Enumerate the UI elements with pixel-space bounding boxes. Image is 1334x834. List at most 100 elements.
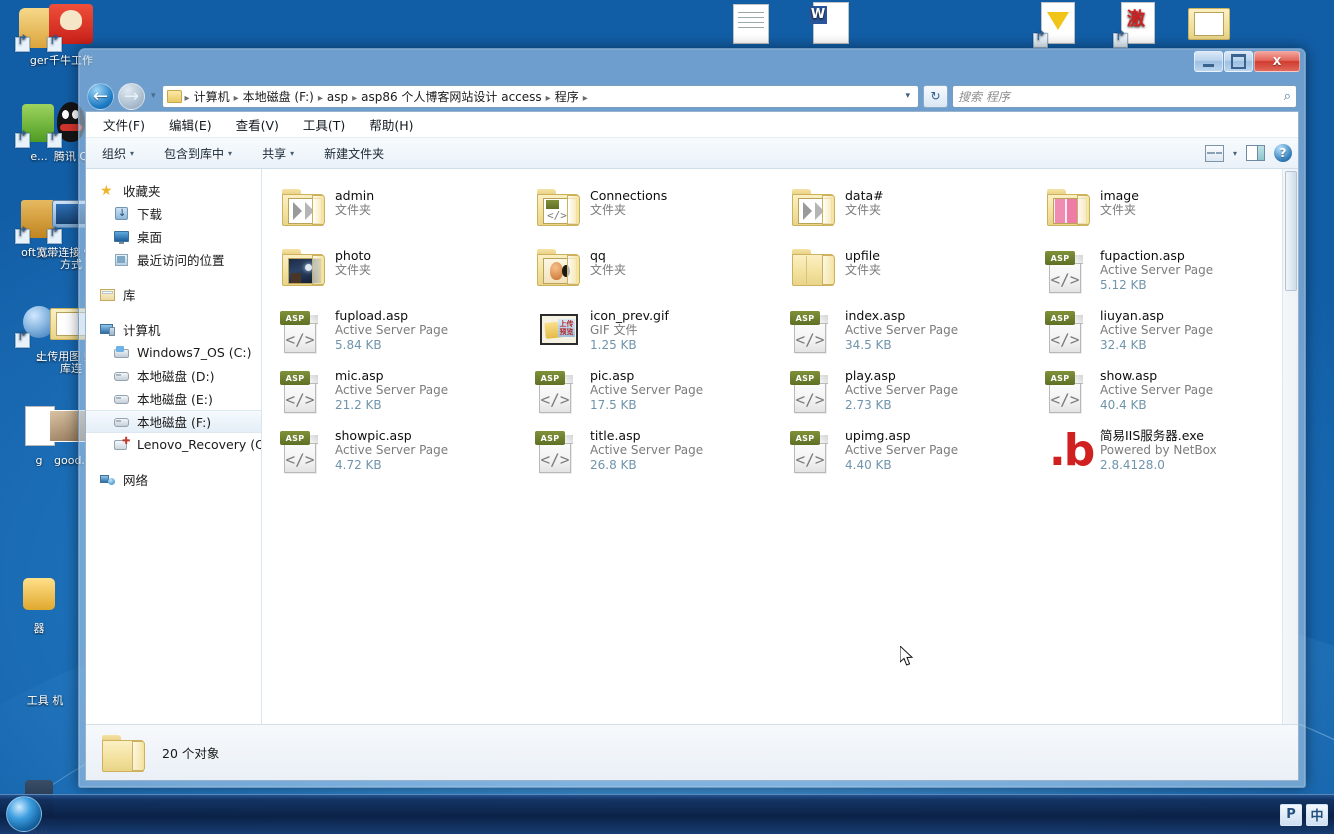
downloads-icon: ↓	[114, 206, 130, 222]
file-item[interactable]: admin 文件夹	[276, 183, 531, 243]
toolbar-button-3[interactable]: 新建文件夹	[320, 142, 388, 165]
file-item-meta: upimg.asp Active Server Page 4.40 KB	[845, 425, 958, 473]
toolbar-commands: 组织 ▾ 包含到库中 ▾ 共享 ▾ 新建文件夹	[98, 142, 388, 165]
file-item[interactable]: </> ASP fupaction.asp Active Server Page 5.1…	[1041, 243, 1296, 303]
system-drive-icon	[114, 345, 130, 361]
sidebar-item-windows7_os-c-[interactable]: Windows7_OS (C:)	[86, 341, 261, 364]
maximize-button[interactable]	[1224, 51, 1253, 72]
file-type: Active Server Page	[335, 323, 449, 337]
file-item[interactable]: image 文件夹	[1041, 183, 1296, 243]
toolbar-right-group: ▾ ?	[1204, 144, 1292, 162]
recent-places-icon	[114, 252, 130, 268]
sidebar-item--[interactable]: 桌面	[86, 225, 261, 248]
sidebar-item--[interactable]: 最近访问的位置	[86, 248, 261, 271]
desktop-icon-15[interactable]	[1018, 0, 1096, 51]
change-view-caret-icon[interactable]: ▾	[1233, 149, 1237, 158]
change-view-icon[interactable]	[1204, 144, 1224, 162]
desktop-icon-17[interactable]	[1170, 0, 1248, 51]
menu-item-0[interactable]: 文件(F)	[100, 113, 148, 136]
redapp-icon: 激	[1113, 0, 1161, 48]
file-item[interactable]: upfile 文件夹	[786, 243, 1041, 303]
sidebar-item--f-[interactable]: 本地磁盘 (F:)	[86, 410, 261, 433]
file-name: admin	[335, 188, 375, 203]
history-dropdown-icon[interactable]: ▾	[149, 91, 158, 101]
nav-group-header-3[interactable]: 网络	[86, 468, 261, 491]
file-item[interactable]: </> ASP title.asp Active Server Page 26.8 KB	[531, 423, 786, 483]
window-title-bar[interactable]: X	[85, 51, 1300, 81]
file-item[interactable]: </> ASP show.asp Active Server Page 40.4 KB	[1041, 363, 1296, 423]
toolbar-button-0[interactable]: 组织 ▾	[98, 142, 138, 165]
breadcrumb-item-0[interactable]: 计算机	[191, 89, 233, 105]
file-type: Active Server Page	[1100, 323, 1214, 337]
vertical-scrollbar[interactable]	[1282, 169, 1298, 724]
breadcrumb-item-3[interactable]: asp86 个人博客网站设计 access	[358, 89, 545, 105]
file-name: index.asp	[845, 308, 906, 323]
file-name: photo	[335, 248, 372, 263]
desktop-icon-16[interactable]: 激	[1098, 0, 1176, 51]
file-size: 2.73 KB	[845, 398, 892, 412]
menu-item-3[interactable]: 工具(T)	[300, 113, 348, 136]
menu-bar: 文件(F) 编辑(E) 查看(V) 工具(T) 帮助(H)	[86, 112, 1298, 138]
search-placeholder: 搜索 程序	[958, 89, 1010, 104]
sidebar-item--d-[interactable]: 本地磁盘 (D:)	[86, 364, 261, 387]
taskbar[interactable]: P中	[0, 794, 1334, 834]
minimize-button[interactable]	[1194, 51, 1223, 72]
ime-icon[interactable]: 中	[1306, 803, 1328, 826]
breadcrumb-item-4[interactable]: 程序	[552, 89, 582, 105]
desktop-icon-12[interactable]: 工具 机	[6, 644, 84, 707]
desktop-icon-13[interactable]	[712, 0, 790, 51]
p-icon[interactable]: P	[1280, 803, 1302, 826]
label-only-icon	[21, 644, 69, 692]
sidebar-item--e-[interactable]: 本地磁盘 (E:)	[86, 387, 261, 410]
file-name: liuyan.asp	[1100, 308, 1164, 323]
file-item[interactable]: </> ASP liuyan.asp Active Server Page 32.4 K…	[1041, 303, 1296, 363]
nav-group-header-1[interactable]: 库	[86, 283, 261, 306]
file-item[interactable]: </> ASP showpic.asp Active Server Page 4.72 …	[276, 423, 531, 483]
file-item-meta: showpic.asp Active Server Page 4.72 KB	[335, 425, 448, 473]
file-type: GIF 文件	[590, 323, 638, 337]
nav-group-header-2[interactable]: 计算机	[86, 318, 261, 341]
breadcrumb-separator: ▸	[233, 92, 239, 104]
breadcrumb-item-1[interactable]: 本地磁盘 (F:)	[240, 89, 317, 105]
file-item[interactable]: </> ASP index.asp Active Server Page 34.5 KB	[786, 303, 1041, 363]
file-item[interactable]: </> ASP pic.asp Active Server Page 17.5 KB	[531, 363, 786, 423]
nav-group-header-0[interactable]: ★ 收藏夹	[86, 179, 261, 202]
preview-pane-icon[interactable]	[1246, 145, 1265, 161]
menu-item-2[interactable]: 查看(V)	[233, 113, 282, 136]
address-bar[interactable]: ▸ 计算机 ▸ 本地磁盘 (F:) ▸ asp ▸ asp86 个人博客网站设计 access…	[161, 84, 919, 108]
close-button[interactable]: X	[1254, 51, 1300, 72]
address-dropdown-icon[interactable]: ▾	[899, 91, 916, 101]
menu-item-1[interactable]: 编辑(E)	[166, 113, 215, 136]
toolbar-button-2[interactable]: 共享 ▾	[258, 142, 298, 165]
search-input[interactable]: 搜索 程序 ⌕	[952, 84, 1297, 108]
file-item[interactable]: .b 简易IIS服务器.exe Powered by NetBox 2.8.4128.…	[1041, 423, 1296, 483]
sidebar-item-lenovo_recovery-q-[interactable]: ✚ Lenovo_Recovery (Q:)	[86, 433, 261, 456]
forward-button[interactable]: →	[118, 82, 145, 110]
file-item[interactable]: qq 文件夹	[531, 243, 786, 303]
toolbar-button-1[interactable]: 包含到库中 ▾	[160, 142, 236, 165]
file-item[interactable]: </> ASP fupload.asp Active Server Page 5.84 …	[276, 303, 531, 363]
file-item[interactable]: </> ASP mic.asp Active Server Page 21.2 KB	[276, 363, 531, 423]
sidebar-item--[interactable]: ↓ 下载	[86, 202, 261, 225]
refresh-button[interactable]: ↻	[923, 84, 948, 108]
file-item[interactable]: </> ASP upimg.asp Active Server Page 4.40 KB	[786, 423, 1041, 483]
breadcrumb-item-2[interactable]: asp	[324, 89, 351, 105]
file-item[interactable]: data# 文件夹	[786, 183, 1041, 243]
qianniu-icon	[47, 4, 95, 52]
desktop-icon-14[interactable]: W	[792, 0, 870, 51]
scrollbar-thumb[interactable]	[1285, 171, 1297, 291]
menu-item-4[interactable]: 帮助(H)	[366, 113, 416, 136]
file-item[interactable]: </> Connections 文件夹	[531, 183, 786, 243]
file-item[interactable]: </> ASP play.asp Active Server Page 2.73 KB	[786, 363, 1041, 423]
file-item[interactable]: 上传 预览 icon_prev.gif GIF 文件 1.25 KB	[531, 303, 786, 363]
file-list-view[interactable]: admin 文件夹 photo 文件夹 </> ASP fupload.asp Active …	[262, 169, 1298, 724]
desktop-icon-10[interactable]: 器	[0, 572, 78, 635]
network-icon	[100, 472, 116, 488]
file-name: 简易IIS服务器.exe	[1100, 428, 1204, 443]
explorer-window: X ← → ▾ ▸ 计算机 ▸ 本地磁盘 (F:) ▸ asp ▸ asp86 个人博客网站设…	[78, 48, 1306, 788]
help-icon[interactable]: ?	[1274, 144, 1292, 162]
start-button[interactable]	[6, 796, 42, 832]
file-item[interactable]: photo 文件夹	[276, 243, 531, 303]
back-button[interactable]: ←	[87, 82, 114, 110]
file-item-meta: qq 文件夹	[590, 245, 626, 278]
